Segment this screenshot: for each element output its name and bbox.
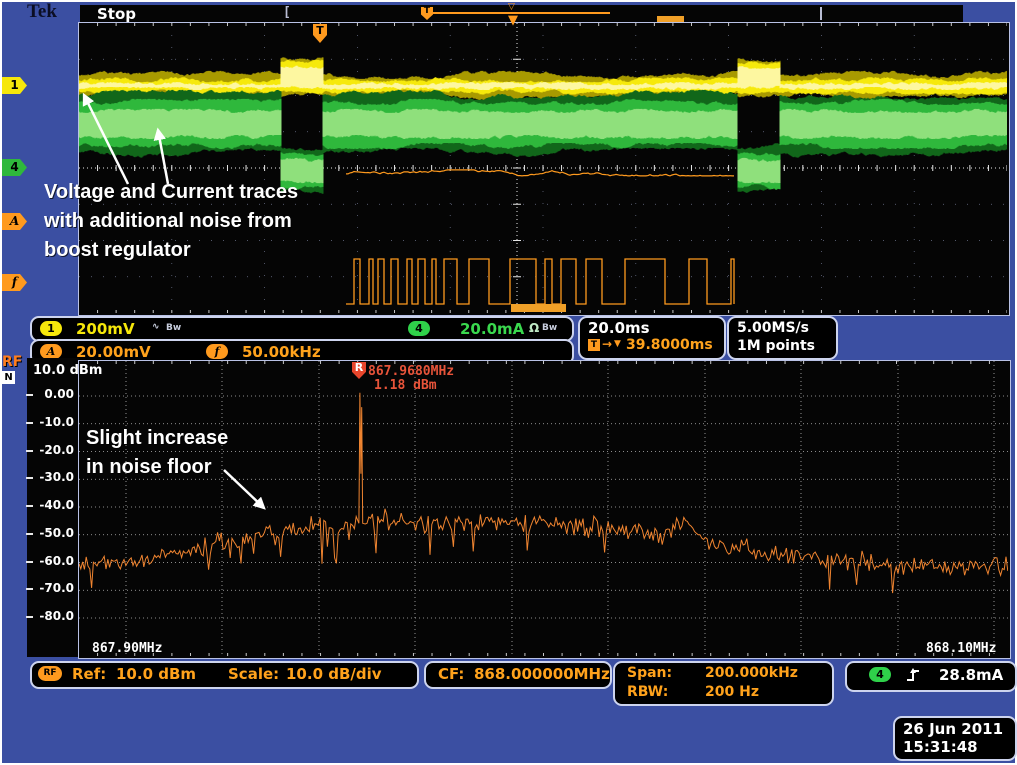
spectrum-y-tick-mark — [26, 533, 33, 535]
annotation-line: boost regulator — [44, 236, 298, 265]
record-trigger-flag-icon: T — [421, 7, 433, 20]
trigger-readout-box[interactable]: 4 28.8mA — [845, 661, 1017, 692]
acquisition-readout-box[interactable]: 5.00MS/s 1M points — [727, 316, 838, 360]
cf-value: 868.000000MHz — [474, 665, 610, 683]
edge-rising-icon — [905, 667, 921, 683]
center-frequency-box[interactable]: CF: 868.000000MHz — [424, 661, 612, 689]
rf-frequency-position-marker[interactable]: f — [2, 274, 27, 291]
trigger-icon: T — [588, 339, 600, 351]
spectrum-y-tick-label: -50.0 — [34, 526, 74, 540]
spectrum-graticule — [78, 360, 1011, 659]
spectrum-trace — [79, 361, 1008, 656]
scale-value: 10.0 dB/div — [286, 665, 382, 683]
rbw-label: RBW: — [627, 684, 668, 700]
annotation-line: with additional noise from — [44, 207, 298, 236]
spectrum-y-tick-label: -20.0 — [34, 443, 74, 457]
rbw-value: 200 Hz — [705, 684, 759, 700]
expansion-point-icon: ▼ — [508, 13, 518, 28]
span-rbw-box[interactable]: Span: 200.000kHz RBW: 200 Hz — [613, 661, 834, 706]
ohm-icon: Ω — [529, 321, 539, 335]
rf-icon: RF — [38, 666, 62, 681]
spectrum-y-tick-mark — [26, 561, 33, 563]
annotation-line: Slight increase — [86, 424, 228, 453]
spectrum-y-tick-label: -30.0 — [34, 470, 74, 484]
bandwidth-limit-icon: Bw — [166, 323, 181, 333]
channel1-position-marker[interactable]: 1 — [2, 77, 27, 94]
rf-frequency-scale: 50.00kHz — [242, 343, 321, 361]
spectrum-annotation: Slight increase in noise floor — [86, 424, 228, 482]
ref-value: 10.0 dBm — [116, 665, 196, 683]
timebase-readout-box[interactable]: 20.0ms T → ▼ 39.8000ms — [578, 316, 726, 360]
rf-reference-box[interactable]: RF Ref: 10.0 dBm Scale: 10.0 dB/div — [30, 661, 419, 689]
time-domain-graticule — [78, 22, 1010, 316]
tek-logo: Tek — [27, 1, 57, 23]
trigger-delay: 39.8000ms — [626, 337, 713, 353]
rf-amplitude-scale: 20.00mV — [76, 343, 151, 361]
timebase-scale: 20.0ms — [588, 319, 650, 337]
spectrum-y-tick-label: -40.0 — [34, 498, 74, 512]
spectrum-y-tick-mark — [26, 588, 33, 590]
trigger-level: 28.8mA — [939, 666, 1003, 684]
spectrum-y-tick-label: -10.0 — [34, 415, 74, 429]
marker-triangle-icon: ▼ — [614, 339, 621, 349]
arrow-right-icon: → — [602, 337, 612, 351]
trigger-source-badge: 4 — [869, 667, 891, 682]
channel1-badge: 1 — [40, 321, 62, 336]
expansion-outline-icon: ▽ — [508, 2, 515, 12]
stop-frequency-label: 868.10MHz — [926, 641, 996, 656]
rf-amplitude-position-marker[interactable]: A — [2, 213, 27, 230]
ref-level-label: 10.0 dBm — [33, 363, 102, 378]
datetime-box: 26 Jun 2011 15:31:48 — [893, 716, 1017, 761]
span-value: 200.000kHz — [705, 665, 798, 681]
ref-label: Ref: — [72, 665, 106, 683]
spectrum-y-tick-mark — [26, 505, 33, 507]
spectrum-y-tick-mark — [26, 616, 33, 618]
ac-coupling-icon: ∿ — [152, 322, 160, 332]
cf-label: CF: — [438, 665, 464, 683]
record-view-bracket-right-icon — [820, 7, 822, 20]
acquisition-status: Stop — [97, 5, 136, 23]
record-view-bracket-left-icon: [ — [283, 5, 291, 20]
annotation-line: in noise floor — [86, 453, 228, 482]
oscilloscope-screen: Tek Stop [ T ▽ ▼ T 1 4 A f Voltage and C… — [0, 0, 1017, 765]
rf-amplitude-badge: A — [40, 344, 62, 359]
rf-frequency-badge: f — [206, 344, 228, 359]
channel4-badge: 4 — [408, 321, 430, 336]
scale-label: Scale: — [228, 665, 279, 683]
channel4-scale: 20.0mA — [460, 320, 524, 338]
record-length: 1M points — [737, 338, 815, 354]
spectrum-y-tick-label: -70.0 — [34, 581, 74, 595]
peak-marker-frequency: 867.9680MHz — [368, 364, 454, 379]
spectrum-y-tick-mark — [26, 422, 33, 424]
span-label: Span: — [627, 665, 672, 681]
channel1-scale: 200mV — [76, 320, 135, 338]
wave-inspector-bar[interactable]: Stop [ T ▽ — [80, 5, 963, 22]
time-label: 15:31:48 — [903, 738, 978, 756]
bandwidth-limit-icon: Bw — [542, 323, 557, 333]
spectrum-y-tick-mark — [26, 477, 33, 479]
rf-channel-badge[interactable]: RF N — [2, 354, 22, 384]
rf-normalized-icon: N — [2, 371, 15, 384]
zoom-extent-line — [433, 12, 610, 14]
spectrum-y-tick-label: -80.0 — [34, 609, 74, 623]
start-frequency-label: 867.90MHz — [92, 641, 162, 656]
time-domain-waveforms — [79, 23, 1007, 313]
peak-marker-amplitude: 1.18 dBm — [374, 378, 437, 393]
spectrum-y-tick-mark — [26, 450, 33, 452]
spectrum-y-tick-mark — [26, 394, 33, 396]
annotation-line: Voltage and Current traces — [44, 178, 298, 207]
sample-rate: 5.00MS/s — [737, 320, 809, 336]
rf-badge-label: RF — [2, 354, 22, 370]
spectrum-y-tick-label: 0.00 — [34, 387, 74, 401]
spectrum-y-tick-label: -60.0 — [34, 554, 74, 568]
date-label: 26 Jun 2011 — [903, 720, 1003, 738]
channel4-position-marker[interactable]: 4 — [2, 159, 27, 176]
time-domain-annotation: Voltage and Current traces with addition… — [44, 178, 298, 265]
